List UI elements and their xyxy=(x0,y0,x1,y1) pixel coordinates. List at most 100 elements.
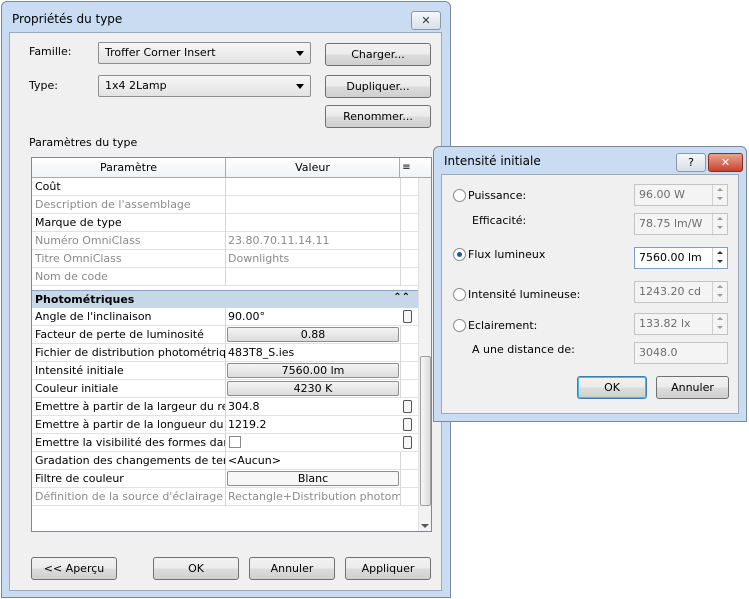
type-select[interactable]: 1x4 2Lamp xyxy=(98,75,311,97)
param-value[interactable]: 304.8 xyxy=(228,400,400,413)
param-name: Définition de la source d'éclairage (fam… xyxy=(35,490,225,503)
param-name: Nom de code xyxy=(35,270,108,283)
param-name: Gradation des changements de température xyxy=(35,454,225,467)
edit-icon[interactable] xyxy=(403,310,412,323)
cancel-button[interactable]: Annuler xyxy=(249,557,335,580)
param-value: 23.80.70.11.14.11 xyxy=(228,234,330,247)
duplicate-button[interactable]: Dupliquer... xyxy=(325,75,431,98)
scroll-down-icon[interactable] xyxy=(421,524,429,528)
grid-header: Paramètre Valeur ≡ xyxy=(32,158,431,178)
grid-menu-icon[interactable]: ≡ xyxy=(400,158,413,178)
luminous-flux-label: Flux lumineux xyxy=(468,248,546,261)
param-name: Emettre à partir de la largeur du rectan… xyxy=(35,400,225,413)
table-row[interactable]: Filtre de couleur Blanc xyxy=(32,470,418,488)
close-icon[interactable]: ✕ xyxy=(708,153,743,172)
spinner-arrows-icon xyxy=(712,185,727,205)
type-parameters-label: Paramètres du type xyxy=(29,136,138,149)
param-value-button[interactable]: 7560.00 lm xyxy=(227,363,399,378)
table-row[interactable]: Intensité initiale 7560.00 lm xyxy=(32,362,418,380)
param-value[interactable]: 90.00° xyxy=(228,310,400,323)
table-row[interactable]: Facteur de perte de luminosité 0.88 xyxy=(32,326,418,344)
type-select-value: 1x4 2Lamp xyxy=(105,79,167,92)
table-row[interactable]: Définition de la source d'éclairage (fam… xyxy=(32,488,418,506)
column-header-parameter[interactable]: Paramètre xyxy=(32,158,226,178)
help-icon[interactable]: ? xyxy=(676,153,706,172)
illuminance-label: Eclairement: xyxy=(468,319,538,332)
param-value-button[interactable]: Blanc xyxy=(227,471,399,486)
preview-button[interactable]: << Aperçu xyxy=(31,557,117,580)
table-row[interactable]: Coût xyxy=(32,178,418,196)
illuminance-field: 133.82 lx xyxy=(634,313,728,335)
power-value: 96.00 W xyxy=(639,188,685,201)
column-header-value[interactable]: Valeur xyxy=(226,158,400,178)
illuminance-value: 133.82 lx xyxy=(639,317,691,330)
family-select[interactable]: Troffer Corner Insert xyxy=(98,42,311,64)
table-row[interactable]: Emettre à partir de la largeur du rectan… xyxy=(32,398,418,416)
table-row[interactable]: Couleur initiale 4230 K xyxy=(32,380,418,398)
table-row[interactable]: Fichier de distribution photométrique 48… xyxy=(32,344,418,362)
table-row[interactable]: Emettre la visibilité des formes dans xyxy=(32,434,418,452)
distance-value: 3048.0 xyxy=(639,346,678,359)
rename-button[interactable]: Renommer... xyxy=(325,105,431,128)
table-row[interactable]: Emettre à partir de la longueur du recta… xyxy=(32,416,418,434)
edit-icon[interactable] xyxy=(403,400,412,413)
distance-label: A une distance de: xyxy=(472,343,575,356)
distance-field: 3048.0 xyxy=(634,342,728,364)
load-button[interactable]: Charger... xyxy=(325,43,431,66)
table-row[interactable]: Gradation des changements de température… xyxy=(32,452,418,470)
intensity-cancel-button[interactable]: Annuler xyxy=(656,376,729,399)
illuminance-radio[interactable] xyxy=(453,319,466,332)
param-name: Coût xyxy=(35,180,61,193)
apply-button[interactable]: Appliquer xyxy=(345,557,431,580)
parameters-grid: Paramètre Valeur ≡ Coût Description de l… xyxy=(31,157,432,532)
spinner-arrows-icon[interactable] xyxy=(712,248,727,268)
param-value: Downlights xyxy=(228,252,290,265)
param-name: Emettre la visibilité des formes dans xyxy=(35,436,225,449)
table-row[interactable]: Titre OmniClass Downlights xyxy=(32,250,418,268)
power-radio[interactable] xyxy=(453,189,466,202)
param-value[interactable]: 483T8_S.ies xyxy=(228,346,400,359)
group-header-photometric[interactable]: Photométriques ⌃⌃ xyxy=(32,290,418,308)
table-row[interactable]: Numéro OmniClass 23.80.70.11.14.11 xyxy=(32,232,418,250)
table-row[interactable]: Description de l'assemblage xyxy=(32,196,418,214)
luminous-intensity-radio[interactable] xyxy=(453,288,466,301)
luminous-flux-value: 7560.00 lm xyxy=(639,251,702,264)
table-row[interactable]: Marque de type xyxy=(32,214,418,232)
family-select-value: Troffer Corner Insert xyxy=(105,46,216,59)
edit-icon[interactable] xyxy=(403,436,412,449)
dialog-title: Intensité initiale xyxy=(444,154,541,168)
table-row[interactable]: Angle de l'inclinaison 90.00° xyxy=(32,308,418,326)
edit-icon[interactable] xyxy=(403,418,412,431)
ok-button[interactable]: OK xyxy=(153,557,239,580)
dialog-title: Propriétés du type xyxy=(12,12,123,26)
close-icon[interactable]: ✕ xyxy=(411,11,441,30)
type-label: Type: xyxy=(29,79,58,92)
family-label: Famille: xyxy=(29,45,72,58)
chevron-down-icon xyxy=(296,51,304,56)
param-name: Titre OmniClass xyxy=(35,252,122,265)
power-label: Puissance: xyxy=(468,189,527,202)
scrollbar-thumb[interactable] xyxy=(420,356,431,506)
efficacy-value: 78.75 lm/W xyxy=(639,217,703,230)
chevron-down-icon xyxy=(296,84,304,89)
luminous-flux-input[interactable]: 7560.00 lm xyxy=(634,247,728,269)
param-value-button[interactable]: 0.88 xyxy=(227,327,399,342)
param-value[interactable]: 1219.2 xyxy=(228,418,400,431)
param-name: Couleur initiale xyxy=(35,382,119,395)
param-name: Facteur de perte de luminosité xyxy=(35,328,204,341)
grid-scrollbar[interactable] xyxy=(418,178,431,531)
param-value[interactable]: <Aucun> xyxy=(228,454,400,467)
param-name: Filtre de couleur xyxy=(35,472,124,485)
collapse-icon[interactable]: ⌃⌃ xyxy=(393,292,410,303)
luminous-intensity-label: Intensité lumineuse: xyxy=(468,288,581,301)
table-row[interactable]: Nom de code xyxy=(32,268,418,286)
spinner-arrows-icon xyxy=(712,282,727,302)
luminous-flux-radio[interactable] xyxy=(453,248,466,261)
intensity-ok-button[interactable]: OK xyxy=(577,376,647,399)
param-name: Fichier de distribution photométrique xyxy=(35,346,225,359)
param-value: Rectangle+Distribution photom xyxy=(228,490,400,503)
param-value-button[interactable]: 4230 K xyxy=(227,381,399,396)
visibility-checkbox[interactable] xyxy=(229,436,241,448)
initial-intensity-dialog: Intensité initiale ? ✕ Puissance: 96.00 … xyxy=(433,146,747,422)
power-field: 96.00 W xyxy=(634,184,728,206)
